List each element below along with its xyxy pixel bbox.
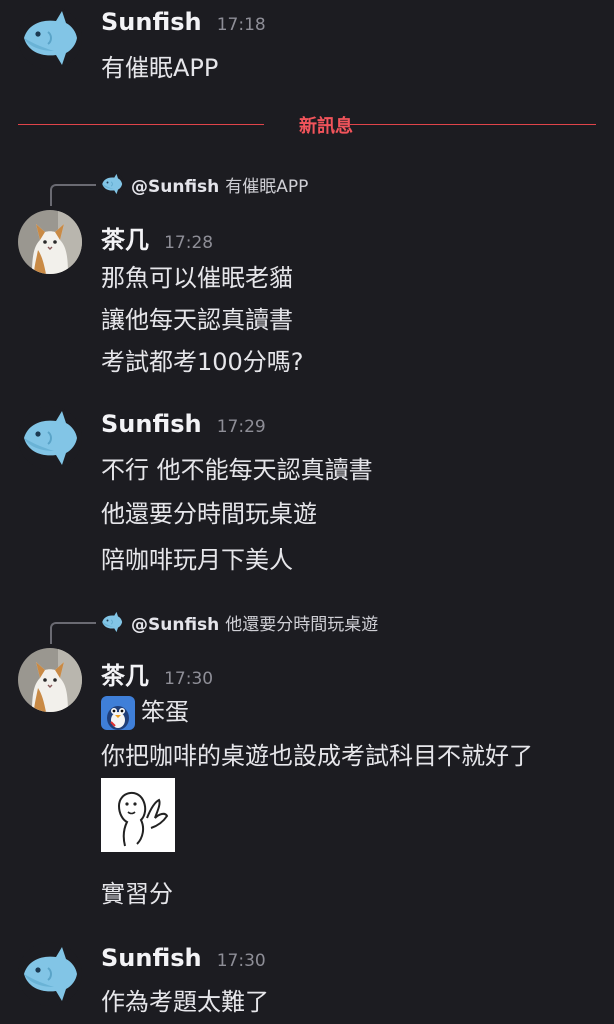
message-text: 不行 他不能每天認真讀書 xyxy=(101,456,373,484)
penguin-emoji-icon[interactable] xyxy=(101,696,135,730)
reply-username: @Sunfish xyxy=(131,177,220,197)
username[interactable]: Sunfish xyxy=(101,944,202,972)
reply-text: 他還要分時間玩桌遊 xyxy=(225,615,379,635)
message-text: 讓他每天認真讀書 xyxy=(101,306,293,334)
reply-connector xyxy=(50,184,96,206)
message-text: 考試都考100分嗎? xyxy=(101,348,304,376)
cat-avatar-icon[interactable] xyxy=(18,648,82,712)
message-text: 他還要分時間玩桌遊 xyxy=(101,500,317,528)
sunfish-avatar-icon xyxy=(100,610,124,634)
chat-area: Sunfish 17:18 有催眠APP 新訊息 @Sunfish 有催眠APP … xyxy=(0,0,614,1024)
reply-connector xyxy=(50,622,96,644)
timestamp: 17:30 xyxy=(216,951,266,971)
message-text: 那魚可以催眠老貓 xyxy=(101,264,293,292)
message-header: 茶几 17:28 xyxy=(101,220,213,255)
timestamp: 17:29 xyxy=(216,417,266,437)
message-header: Sunfish 17:29 xyxy=(101,410,266,438)
reply-username: @Sunfish xyxy=(131,615,220,635)
message-text: 你把咖啡的桌遊也設成考試科目不就好了 xyxy=(101,742,533,770)
divider-label: 新訊息 xyxy=(299,116,353,137)
cat-avatar-icon[interactable] xyxy=(18,210,82,274)
sunfish-avatar-icon[interactable] xyxy=(18,406,82,470)
message-text-part: 笨蛋 xyxy=(141,698,189,726)
message-text: 有催眠APP xyxy=(101,54,219,82)
message-text: 笨蛋 xyxy=(101,692,189,730)
message-text: 實習分 xyxy=(101,880,173,908)
reply-preview: @Sunfish 有催眠APP xyxy=(131,172,308,197)
sunfish-avatar-icon xyxy=(100,172,124,196)
message-header: Sunfish 17:18 xyxy=(101,8,266,36)
username[interactable]: Sunfish xyxy=(101,8,202,36)
doodle-sticker-icon[interactable] xyxy=(101,778,175,852)
message-header: 茶几 17:30 xyxy=(101,656,213,691)
username[interactable]: 茶几 xyxy=(101,662,149,690)
reply-text: 有催眠APP xyxy=(225,177,309,197)
new-messages-divider: 新訊息 xyxy=(18,112,596,138)
message-text: 陪咖啡玩月下美人 xyxy=(101,546,293,574)
username[interactable]: Sunfish xyxy=(101,410,202,438)
divider-line xyxy=(350,124,596,125)
sunfish-avatar-icon[interactable] xyxy=(18,942,82,1006)
timestamp: 17:28 xyxy=(164,233,214,253)
sunfish-avatar-icon[interactable] xyxy=(18,6,82,70)
username[interactable]: 茶几 xyxy=(101,226,149,254)
message-header: Sunfish 17:30 xyxy=(101,944,266,972)
timestamp: 17:18 xyxy=(216,15,266,35)
divider-line xyxy=(18,124,264,125)
message-text: 作為考題太難了 xyxy=(101,988,269,1016)
timestamp: 17:30 xyxy=(164,669,214,689)
reply-preview: @Sunfish 他還要分時間玩桌遊 xyxy=(131,610,378,635)
